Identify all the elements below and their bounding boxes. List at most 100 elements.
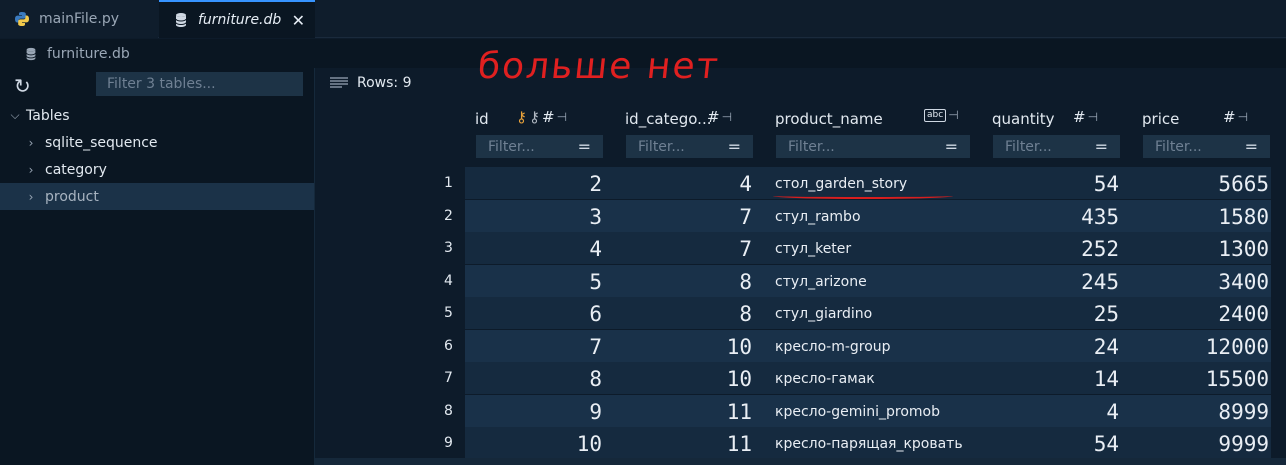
cell-id[interactable]: 3 — [476, 200, 602, 232]
filter-operator-icon[interactable]: = — [578, 137, 591, 156]
filter-placeholder: Filter... — [488, 138, 535, 155]
cell-quantity[interactable]: 54 — [993, 427, 1119, 459]
cell-id[interactable]: 6 — [476, 297, 602, 329]
tree-tables-label: Tables — [26, 107, 70, 124]
column-filter-quantity[interactable]: Filter... = — [993, 135, 1120, 158]
sidebar-item-sqlite-sequence[interactable]: › sqlite_sequence — [0, 129, 314, 156]
cell-id[interactable]: 4 — [476, 232, 602, 264]
number-type-icon: # — [1223, 108, 1236, 126]
cell-price[interactable]: 3400 — [1143, 265, 1269, 297]
cell-price[interactable]: 1300 — [1143, 232, 1269, 264]
cell-id[interactable]: 8 — [476, 362, 602, 394]
column-filter-id[interactable]: Filter... = — [476, 135, 603, 158]
cell-id[interactable]: 9 — [476, 395, 602, 427]
filter-operator-icon[interactable]: = — [945, 137, 958, 156]
cell-id-category[interactable]: 11 — [626, 427, 752, 459]
row-number: 5 — [444, 305, 453, 321]
cell-id-category[interactable]: 4 — [626, 167, 752, 199]
column-header-id-category[interactable]: id_catego... — [625, 110, 711, 128]
sidebar-item-category[interactable]: › category — [0, 156, 314, 183]
filter-operator-icon[interactable]: = — [1245, 137, 1258, 156]
column-icons-id-category: # ⊣ — [707, 108, 732, 126]
breadcrumb-label[interactable]: furniture.db — [47, 46, 130, 62]
filter-tables-input[interactable] — [96, 72, 303, 96]
column-header-quantity[interactable]: quantity — [992, 110, 1055, 128]
python-icon — [15, 12, 29, 26]
cell-id-category[interactable]: 11 — [626, 395, 752, 427]
sidebar-item-product[interactable]: › product — [0, 183, 314, 210]
cell-id-category[interactable]: 7 — [626, 232, 752, 264]
cell-product-name[interactable]: стул_rambo — [775, 200, 985, 232]
rows-count: Rows: 9 — [330, 75, 411, 91]
cell-price[interactable]: 15500 — [1143, 362, 1269, 394]
cell-id[interactable]: 2 — [476, 167, 602, 199]
cell-id-category[interactable]: 10 — [626, 330, 752, 362]
pin-icon[interactable]: ⊣ — [557, 110, 567, 124]
filter-operator-icon[interactable]: = — [728, 137, 741, 156]
cell-product-name[interactable]: стул_keter — [775, 232, 985, 264]
cell-quantity[interactable]: 24 — [993, 330, 1119, 362]
pin-icon[interactable]: ⊣ — [722, 110, 732, 124]
tab-mainfile[interactable]: mainFile.py — [0, 0, 158, 38]
cell-price[interactable]: 9999 — [1143, 427, 1269, 459]
horizontal-scrollbar[interactable] — [315, 458, 1286, 465]
database-icon — [175, 13, 187, 27]
chevron-down-icon: ⌵ — [10, 108, 20, 122]
cell-price[interactable]: 12000 — [1143, 330, 1269, 362]
chevron-right-icon: › — [28, 135, 34, 150]
column-header-price[interactable]: price — [1142, 110, 1179, 128]
column-icons-price: # ⊣ — [1223, 108, 1248, 126]
cell-id[interactable]: 7 — [476, 330, 602, 362]
filter-operator-icon[interactable]: = — [1095, 137, 1108, 156]
column-filter-id-category[interactable]: Filter... = — [626, 135, 753, 158]
column-filter-product-name[interactable]: Filter... = — [776, 135, 970, 158]
cell-product-name[interactable]: стул_giardino — [775, 297, 985, 329]
pin-icon[interactable]: ⊣ — [1238, 110, 1248, 124]
cell-price[interactable]: 8999 — [1143, 395, 1269, 427]
cell-id-category[interactable]: 8 — [626, 265, 752, 297]
row-number: 8 — [444, 403, 453, 419]
cell-quantity[interactable]: 25 — [993, 297, 1119, 329]
tab-furniture-db[interactable]: furniture.db ✕ — [159, 0, 315, 38]
cell-id-category[interactable]: 10 — [626, 362, 752, 394]
cell-id-category[interactable]: 7 — [626, 200, 752, 232]
cell-quantity[interactable]: 4 — [993, 395, 1119, 427]
row-number: 2 — [444, 208, 453, 224]
cell-id[interactable]: 5 — [476, 265, 602, 297]
pin-icon[interactable]: ⊣ — [1088, 110, 1098, 124]
close-icon[interactable]: ✕ — [292, 11, 305, 30]
cell-product-name[interactable]: стул_arizone — [775, 265, 985, 297]
column-icons-product-name: abc ⊣ — [924, 108, 959, 122]
cell-product-name[interactable]: кресло-m-group — [775, 330, 985, 362]
cell-product-name[interactable]: кресло-гамак — [775, 362, 985, 394]
cell-quantity[interactable]: 252 — [993, 232, 1119, 264]
filter-placeholder: Filter... — [788, 138, 835, 155]
tree-tables-group[interactable]: ⌵ Tables — [0, 102, 314, 129]
column-icons-id: ⚷ ⚷ # ⊣ — [516, 108, 567, 126]
cell-id[interactable]: 10 — [476, 427, 602, 459]
cell-quantity[interactable]: 435 — [993, 200, 1119, 232]
column-header-product-name[interactable]: product_name — [775, 110, 883, 128]
row-number: 9 — [444, 435, 453, 451]
cell-quantity[interactable]: 14 — [993, 362, 1119, 394]
cell-price[interactable]: 5665 — [1143, 167, 1269, 199]
column-header-id[interactable]: id — [475, 110, 489, 128]
cell-quantity[interactable]: 245 — [993, 265, 1119, 297]
cell-price[interactable]: 1580 — [1143, 200, 1269, 232]
handwritten-annotation: больше нет — [475, 46, 722, 87]
cell-product-name[interactable]: кресло-gemini_promob — [775, 395, 985, 427]
tab-label: furniture.db — [198, 12, 282, 28]
sidebar-item-label: category — [45, 161, 107, 178]
number-type-icon: # — [542, 108, 555, 126]
column-filter-price[interactable]: Filter... = — [1143, 135, 1270, 158]
cell-product-name[interactable]: кресло-парящая_кровать — [775, 427, 985, 459]
refresh-icon[interactable]: ↻ — [14, 74, 31, 98]
pin-icon[interactable]: ⊣ — [948, 108, 958, 122]
sidebar: ↻ ⌵ Tables › sqlite_sequence › category … — [0, 68, 315, 465]
row-number: 7 — [444, 370, 453, 386]
cell-id-category[interactable]: 8 — [626, 297, 752, 329]
sidebar-item-label: product — [45, 188, 99, 205]
cell-quantity[interactable]: 54 — [993, 167, 1119, 199]
filter-placeholder: Filter... — [1155, 138, 1202, 155]
cell-price[interactable]: 2400 — [1143, 297, 1269, 329]
